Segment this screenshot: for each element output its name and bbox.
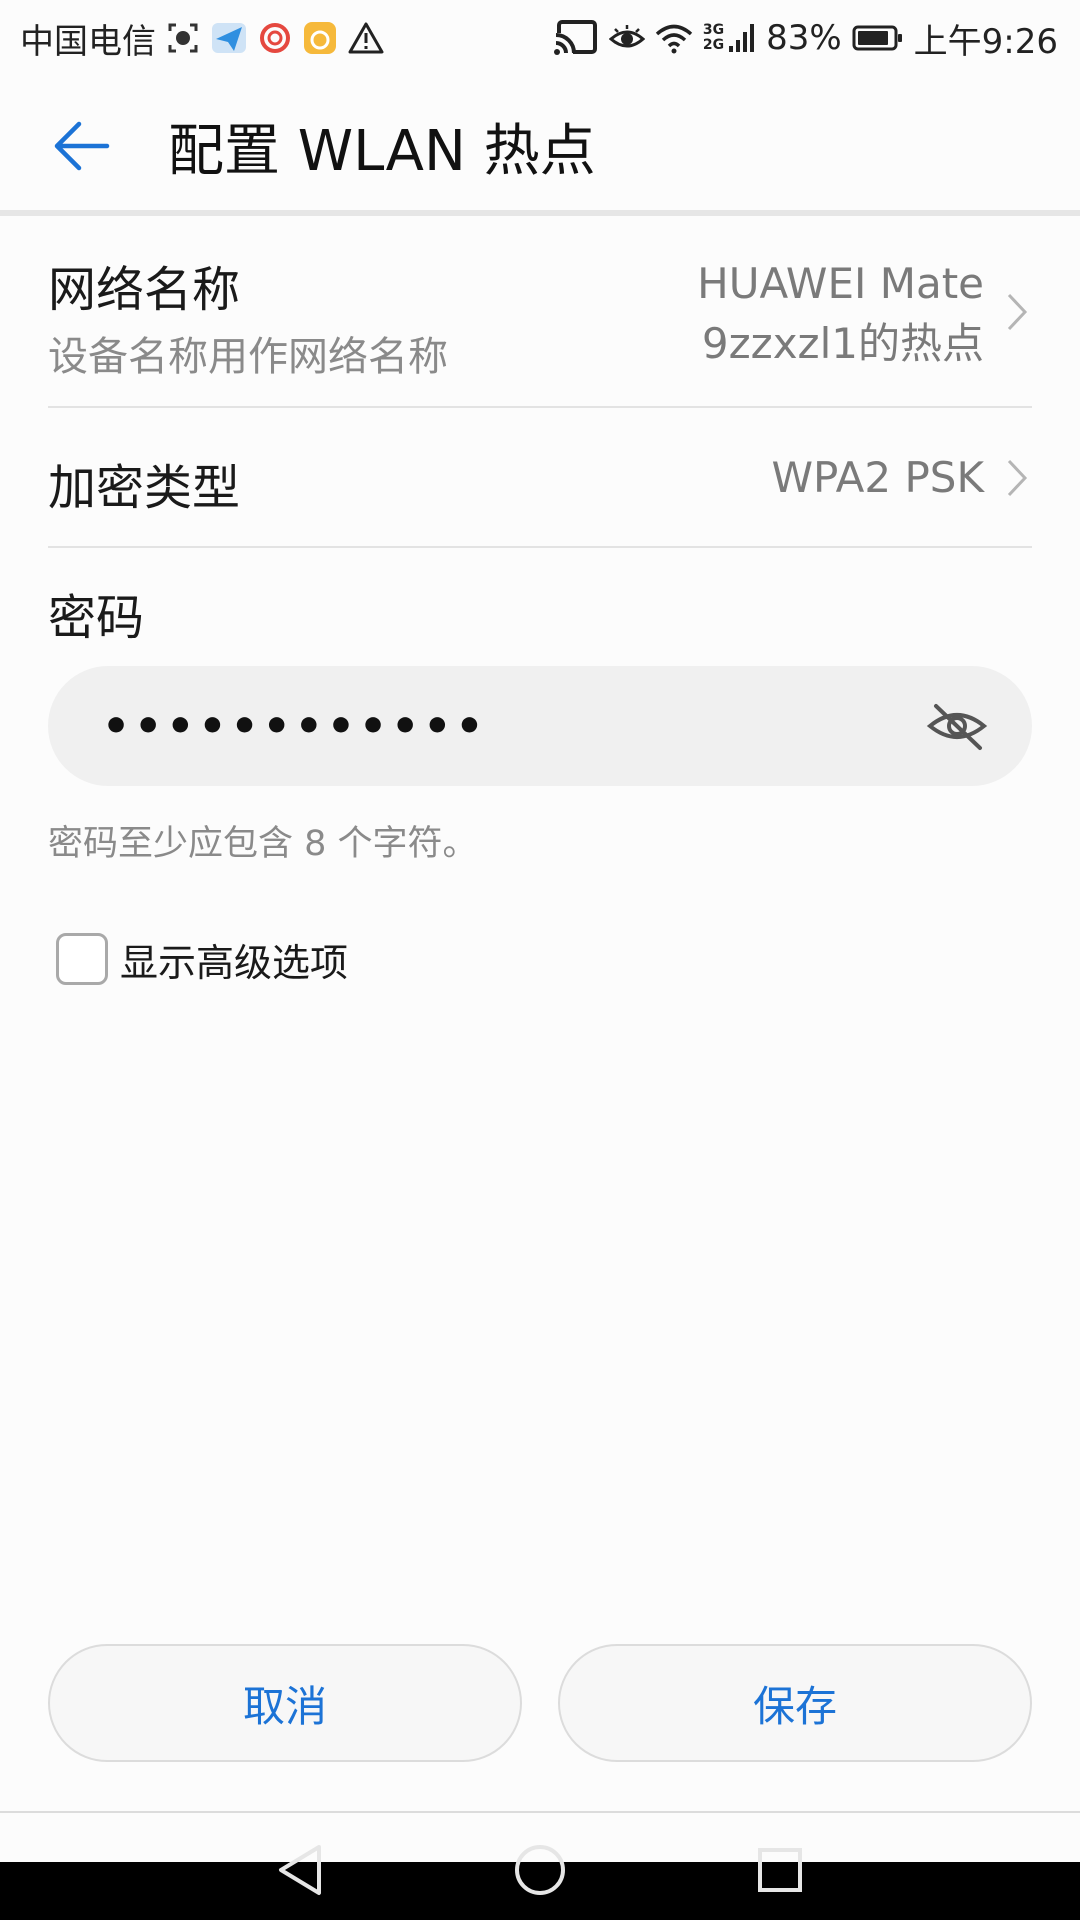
chevron-right-icon	[1002, 456, 1032, 500]
battery-percent: 83%	[766, 18, 842, 58]
back-button[interactable]	[46, 111, 116, 181]
status-bar: 中国电信 3G 2G 83% 上午9:26	[0, 0, 1080, 76]
network-type: 3G 2G	[703, 23, 724, 53]
screen: 中国电信 3G 2G 83% 上午9:26 配置 WLAN 热点 网络名称 设备…	[0, 0, 1080, 1920]
network-name-row[interactable]: 网络名称 设备名称用作网络名称 HUAWEI Mate 9zzxzl1的热点	[48, 216, 1032, 408]
nav-back-button[interactable]	[268, 1838, 332, 1902]
warning-icon	[348, 21, 384, 55]
network-type-bottom: 2G	[702, 37, 725, 53]
battery-icon	[852, 24, 904, 52]
password-hint: 密码至少应包含 8 个字符。	[48, 824, 478, 864]
square-recents-icon	[758, 1848, 802, 1892]
swirl-app-icon	[258, 21, 292, 55]
advanced-options-toggle[interactable]: 显示高级选项	[56, 930, 348, 988]
cancel-button[interactable]: 取消	[48, 1644, 522, 1762]
network-name-value-line1: HUAWEI Mate	[697, 259, 984, 308]
circle-home-icon	[515, 1845, 565, 1895]
carrier-label: 中国电信	[20, 21, 156, 62]
orange-app-icon	[302, 20, 338, 56]
status-right: 3G 2G 83% 上午9:26	[552, 14, 1058, 63]
eye-icon	[608, 23, 645, 53]
advanced-options-label: 显示高级选项	[120, 940, 349, 985]
network-name-subtitle: 设备名称用作网络名称	[48, 334, 448, 380]
password-value: ••••••••••••	[102, 700, 488, 752]
status-left: 中国电信	[20, 14, 384, 63]
password-label: 密码	[48, 590, 145, 646]
triangle-back-icon	[279, 1845, 321, 1895]
network-type-top: 3G	[702, 22, 725, 38]
save-button[interactable]: 保存	[558, 1644, 1032, 1762]
chevron-right-icon	[1002, 290, 1032, 334]
encryption-type-title: 加密类型	[48, 460, 241, 516]
screenshot-icon	[166, 21, 200, 55]
advanced-options-checkbox[interactable]	[56, 933, 108, 985]
network-name-value: HUAWEI Mate 9zzxzl1的热点	[697, 254, 984, 374]
network-name-title: 网络名称	[48, 262, 241, 318]
clock: 上午9:26	[913, 21, 1058, 62]
arrow-left-icon	[54, 121, 110, 171]
wifi-icon	[655, 22, 693, 54]
nav-home-button[interactable]	[508, 1838, 572, 1902]
app-bar: 配置 WLAN 热点	[0, 76, 1080, 210]
paper-plane-icon	[210, 21, 248, 55]
network-name-value-line2: 9zzxzl1的热点	[701, 319, 984, 368]
cast-icon	[552, 19, 599, 57]
eye-off-icon[interactable]	[922, 691, 992, 761]
encryption-type-value: WPA2 PSK	[771, 453, 984, 502]
encryption-type-row[interactable]: 加密类型 WPA2 PSK	[48, 408, 1032, 548]
nav-recents-button[interactable]	[748, 1838, 812, 1902]
row-divider	[48, 546, 1032, 548]
signal-icon	[728, 22, 756, 54]
password-field[interactable]: ••••••••••••	[48, 666, 1032, 786]
page-title: 配置 WLAN 热点	[168, 119, 596, 184]
